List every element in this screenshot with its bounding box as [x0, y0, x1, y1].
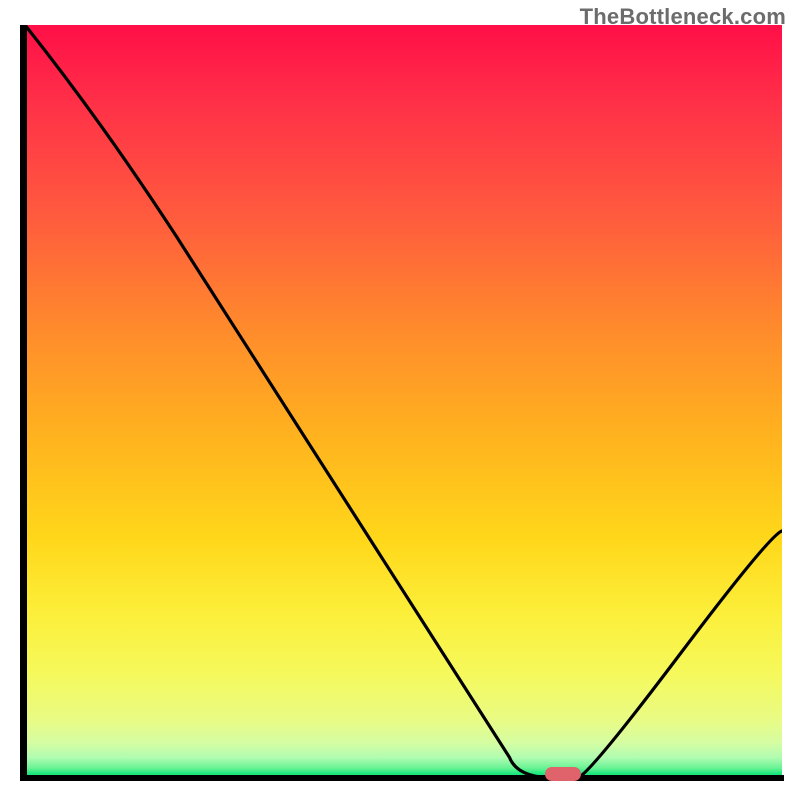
- plot-area: [25, 25, 782, 780]
- bottleneck-curve: [25, 25, 782, 780]
- chart-stage: TheBottleneck.com: [0, 0, 800, 800]
- watermark-text: TheBottleneck.com: [580, 4, 786, 30]
- optimal-marker: [545, 767, 581, 781]
- curve-path: [25, 25, 782, 778]
